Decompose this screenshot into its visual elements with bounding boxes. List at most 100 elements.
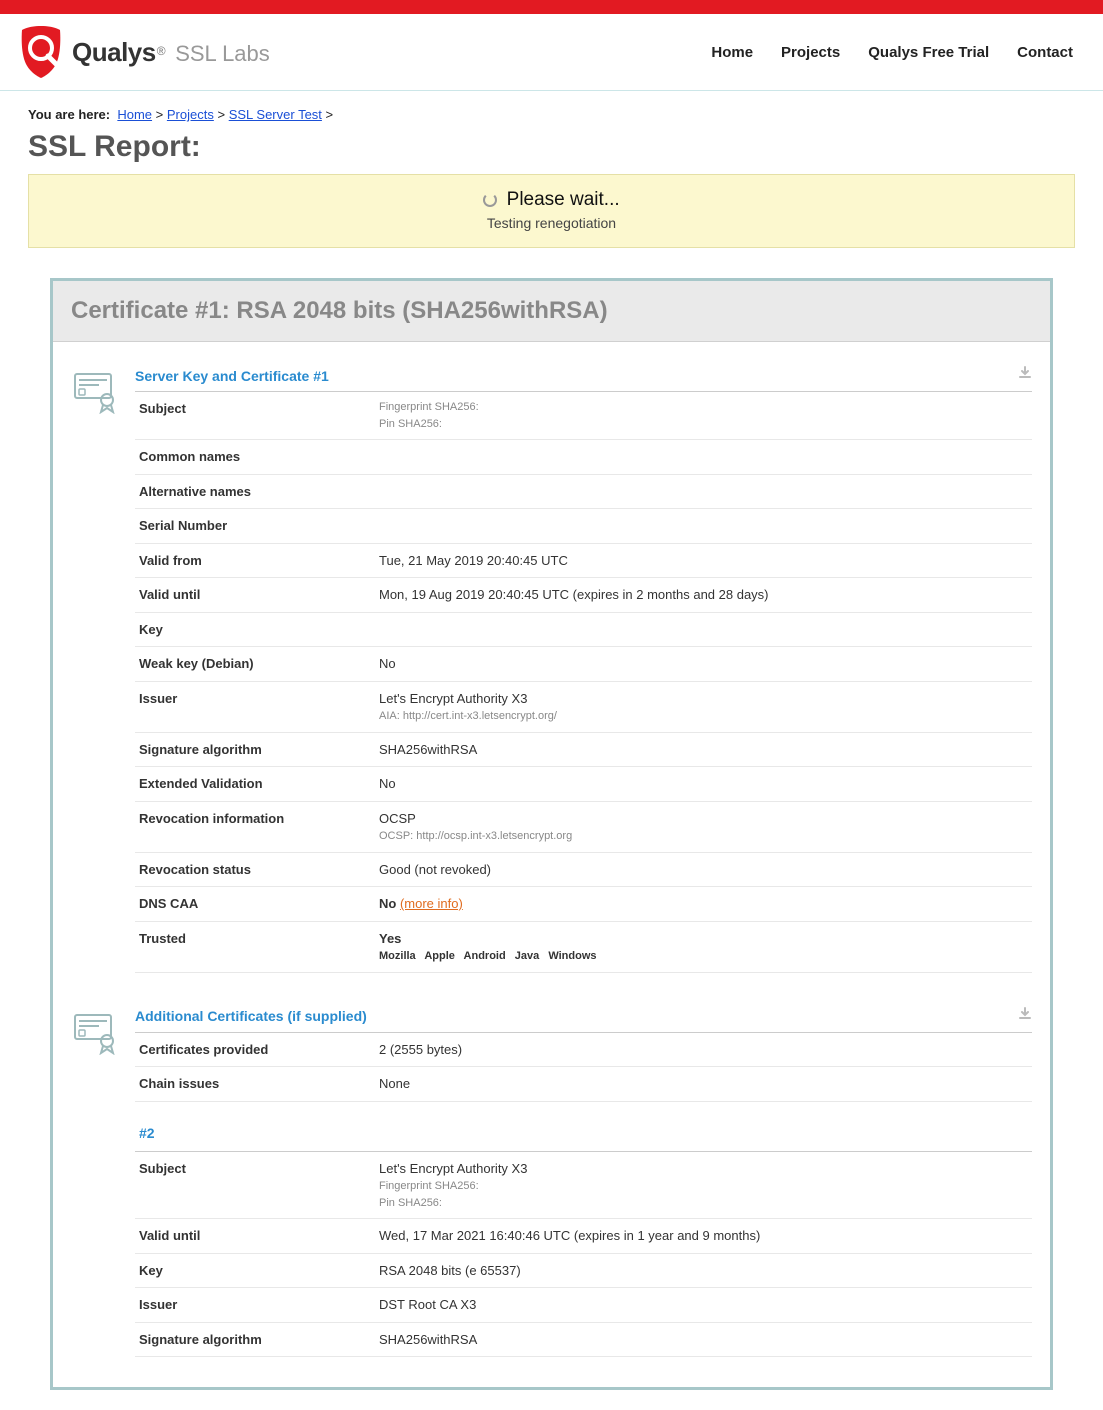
qualys-logo[interactable]: Qualys® SSL Labs bbox=[18, 24, 270, 80]
status-box: Please wait... Testing renegotiation bbox=[28, 174, 1075, 248]
trusted-mozilla: Mozilla bbox=[379, 950, 416, 962]
table-row: Subject Let's Encrypt Authority X3 Finge… bbox=[135, 1151, 1032, 1219]
brand-sublabel: SSL Labs bbox=[175, 41, 270, 66]
certificate-icon bbox=[71, 366, 119, 973]
table-row: Trusted Yes Mozilla Apple Android Java W… bbox=[135, 921, 1032, 972]
row-label-dnscaa: DNS CAA bbox=[135, 887, 375, 922]
row-value: Good (not revoked) bbox=[375, 852, 1032, 887]
row-value: RSA 2048 bits (e 65537) bbox=[375, 1253, 1032, 1288]
certificate-icon bbox=[71, 1007, 119, 1358]
table-row: Alternative names bbox=[135, 474, 1032, 509]
row-label: Weak key (Debian) bbox=[135, 647, 375, 682]
table-row: Serial Number bbox=[135, 509, 1032, 544]
row-label-trusted: Trusted bbox=[135, 921, 375, 972]
cert1-table: Subject Fingerprint SHA256: Pin SHA256: … bbox=[135, 392, 1032, 973]
spinner-icon bbox=[483, 193, 497, 207]
row-value: Tue, 21 May 2019 20:40:45 UTC bbox=[375, 543, 1032, 578]
section-title: Additional Certificates (if supplied) bbox=[135, 1008, 367, 1024]
trusted-windows: Windows bbox=[548, 950, 596, 962]
table-row: Issuer Let's Encrypt Authority X3 AIA: h… bbox=[135, 681, 1032, 732]
breadcrumb-projects[interactable]: Projects bbox=[167, 107, 214, 122]
table-row: Common names bbox=[135, 440, 1032, 475]
row-label: Revocation status bbox=[135, 852, 375, 887]
revinfo-value: OCSP bbox=[379, 809, 1028, 829]
row-value: 2 (2555 bytes) bbox=[375, 1033, 1032, 1067]
table-row: Signature algorithmSHA256withRSA bbox=[135, 732, 1032, 767]
row-value bbox=[375, 440, 1032, 475]
breadcrumb-ssltest[interactable]: SSL Server Test bbox=[229, 107, 322, 122]
table-row: IssuerDST Root CA X3 bbox=[135, 1288, 1032, 1323]
nav-projects[interactable]: Projects bbox=[781, 44, 840, 61]
row-label: Key bbox=[135, 612, 375, 647]
table-row: Weak key (Debian)No bbox=[135, 647, 1032, 682]
trusted-apple: Apple bbox=[424, 950, 455, 962]
row-value: Wed, 17 Mar 2021 16:40:46 UTC (expires i… bbox=[375, 1219, 1032, 1254]
nav-contact[interactable]: Contact bbox=[1017, 44, 1073, 61]
brand-name: Qualys bbox=[72, 37, 156, 67]
row-label: Key bbox=[135, 1253, 375, 1288]
header: Qualys® SSL Labs Home Projects Qualys Fr… bbox=[0, 14, 1103, 91]
trusted-java: Java bbox=[515, 950, 539, 962]
issuer-aia: AIA: http://cert.int-x3.letsencrypt.org/ bbox=[379, 708, 1028, 725]
row-value: No bbox=[375, 647, 1032, 682]
table-row: Valid untilWed, 17 Mar 2021 16:40:46 UTC… bbox=[135, 1219, 1032, 1254]
table-row: DNS CAA No (more info) bbox=[135, 887, 1032, 922]
table-row: Signature algorithmSHA256withRSA bbox=[135, 1322, 1032, 1357]
row-label: Alternative names bbox=[135, 474, 375, 509]
revinfo-sub: OCSP: http://ocsp.int-x3.letsencrypt.org bbox=[379, 828, 1028, 845]
row-label: Issuer bbox=[135, 681, 375, 732]
row-value bbox=[375, 474, 1032, 509]
table-row: Revocation information OCSP OCSP: http:/… bbox=[135, 801, 1032, 852]
breadcrumb-home[interactable]: Home bbox=[117, 107, 152, 122]
row-value: Mon, 19 Aug 2019 20:40:45 UTC (expires i… bbox=[375, 578, 1032, 613]
certificate-panel: Certificate #1: RSA 2048 bits (SHA256wit… bbox=[50, 278, 1053, 1390]
cert2-table: Certificates provided2 (2555 bytes) Chai… bbox=[135, 1033, 1032, 1358]
row-label: Valid until bbox=[135, 578, 375, 613]
table-row: Certificates provided2 (2555 bytes) bbox=[135, 1033, 1032, 1067]
row-label: Signature algorithm bbox=[135, 1322, 375, 1357]
table-row: Extended ValidationNo bbox=[135, 767, 1032, 802]
top-red-bar bbox=[0, 0, 1103, 14]
trusted-value: Yes bbox=[379, 929, 1028, 949]
section-server-key: Server Key and Certificate #1 Subject Fi… bbox=[53, 342, 1050, 973]
row-value: None bbox=[375, 1067, 1032, 1102]
subject-fingerprint: Fingerprint SHA256: bbox=[379, 399, 1028, 416]
row-value: SHA256withRSA bbox=[375, 732, 1032, 767]
table-row: #2 bbox=[135, 1101, 1032, 1151]
section-title: Server Key and Certificate #1 bbox=[135, 368, 329, 384]
breadcrumb-label: You are here: bbox=[28, 107, 110, 122]
download-icon[interactable] bbox=[1018, 1007, 1032, 1026]
trusted-android: Android bbox=[464, 950, 506, 962]
table-row: Subject Fingerprint SHA256: Pin SHA256: bbox=[135, 392, 1032, 440]
subject-pin: Pin SHA256: bbox=[379, 416, 1028, 433]
nav-home[interactable]: Home bbox=[711, 44, 753, 61]
subject-pin: Pin SHA256: bbox=[379, 1195, 1028, 1212]
row-value: DST Root CA X3 bbox=[375, 1288, 1032, 1323]
row-label: Subject bbox=[135, 1151, 375, 1219]
status-subtext: Testing renegotiation bbox=[39, 215, 1064, 231]
shield-icon bbox=[18, 24, 64, 80]
row-label: Revocation information bbox=[135, 801, 375, 852]
table-row: Key bbox=[135, 612, 1032, 647]
issuer-value: Let's Encrypt Authority X3 bbox=[379, 689, 1028, 709]
table-row: KeyRSA 2048 bits (e 65537) bbox=[135, 1253, 1032, 1288]
table-row: Revocation statusGood (not revoked) bbox=[135, 852, 1032, 887]
row-label: Certificates provided bbox=[135, 1033, 375, 1067]
table-row: Valid fromTue, 21 May 2019 20:40:45 UTC bbox=[135, 543, 1032, 578]
download-icon[interactable] bbox=[1018, 366, 1032, 385]
row-value bbox=[375, 509, 1032, 544]
certificate-header: Certificate #1: RSA 2048 bits (SHA256wit… bbox=[53, 281, 1050, 342]
row-label: Issuer bbox=[135, 1288, 375, 1323]
table-row: Chain issuesNone bbox=[135, 1067, 1032, 1102]
row-label: Extended Validation bbox=[135, 767, 375, 802]
row-label: Chain issues bbox=[135, 1067, 375, 1102]
cert2-number: #2 bbox=[139, 1109, 1028, 1144]
row-label: Valid from bbox=[135, 543, 375, 578]
nav-trial[interactable]: Qualys Free Trial bbox=[868, 44, 989, 61]
status-wait-text: Please wait... bbox=[507, 189, 620, 210]
dnscaa-more-info-link[interactable]: (more info) bbox=[400, 896, 463, 911]
table-row: Valid untilMon, 19 Aug 2019 20:40:45 UTC… bbox=[135, 578, 1032, 613]
subject-fingerprint: Fingerprint SHA256: bbox=[379, 1178, 1028, 1195]
row-label: Subject bbox=[135, 392, 375, 440]
row-value: No bbox=[375, 767, 1032, 802]
